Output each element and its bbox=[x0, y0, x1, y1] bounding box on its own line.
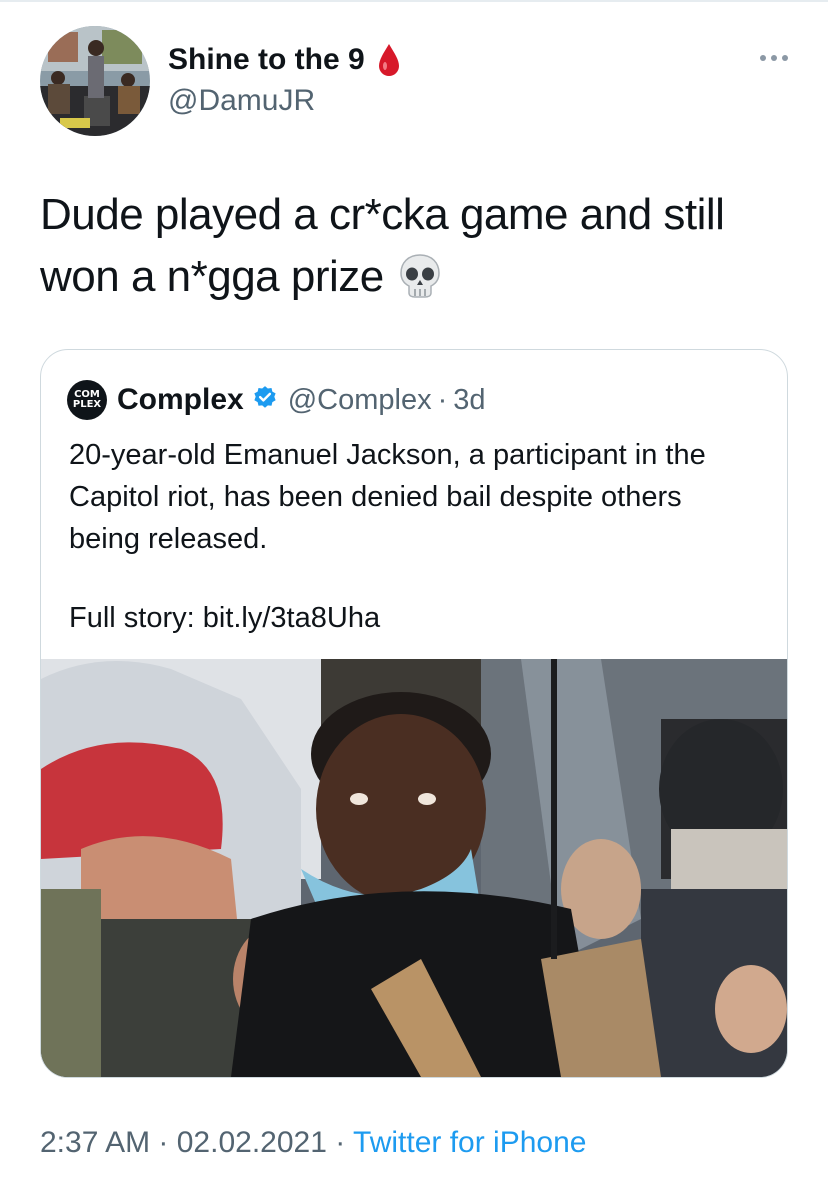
meta-separator: · bbox=[326, 1126, 354, 1159]
more-options-icon[interactable] bbox=[752, 48, 788, 68]
meta-separator: · bbox=[150, 1126, 177, 1159]
tweet-source-link[interactable]: Twitter for iPhone bbox=[353, 1126, 586, 1159]
quoted-timestamp[interactable]: 3d bbox=[453, 384, 485, 417]
tweet-date[interactable]: 02.02.2021 bbox=[177, 1126, 327, 1159]
quoted-author-name[interactable]: Complex bbox=[117, 383, 244, 417]
tweet-text-body: Dude played a cr*cka game and still won … bbox=[40, 190, 725, 301]
blood-drop-icon bbox=[377, 42, 401, 78]
quoted-tweet-text: 20-year-old Emanuel Jackson, a participa… bbox=[69, 439, 706, 555]
author-name[interactable]: Shine to the 9 bbox=[168, 42, 401, 78]
more-dot bbox=[760, 55, 766, 61]
author-handle[interactable]: @DamuJR bbox=[168, 84, 315, 118]
quoted-tweet-link[interactable]: Full story: bit.ly/3ta8Uha bbox=[69, 597, 380, 639]
tweet-metadata: 2:37 AM · 02.02.2021 · Twitter for iPhon… bbox=[40, 1126, 586, 1160]
top-divider bbox=[0, 0, 828, 2]
avatar-image bbox=[40, 26, 150, 136]
author-avatar[interactable] bbox=[40, 26, 150, 136]
author-name-text: Shine to the 9 bbox=[168, 43, 365, 76]
more-dot bbox=[782, 55, 788, 61]
logo-text-bottom: PLEX bbox=[72, 399, 102, 410]
verified-badge-icon bbox=[252, 385, 278, 416]
quoted-tweet-header: COM PLEX Complex @Complex · 3d bbox=[67, 380, 486, 420]
complex-logo-avatar[interactable]: COM PLEX bbox=[67, 380, 107, 420]
skull-icon bbox=[398, 253, 442, 316]
more-dot bbox=[771, 55, 777, 61]
quoted-separator: · bbox=[437, 383, 448, 416]
quoted-author-handle[interactable]: @Complex bbox=[288, 384, 432, 417]
quoted-tweet-photo[interactable] bbox=[41, 659, 787, 1077]
tweet-time[interactable]: 2:37 AM bbox=[40, 1126, 150, 1159]
photo-image bbox=[41, 659, 787, 1077]
tweet-text: Dude played a cr*cka game and still won … bbox=[40, 184, 800, 316]
quoted-tweet-card[interactable]: COM PLEX Complex @Complex · 3d 20-year-o… bbox=[40, 349, 788, 1078]
